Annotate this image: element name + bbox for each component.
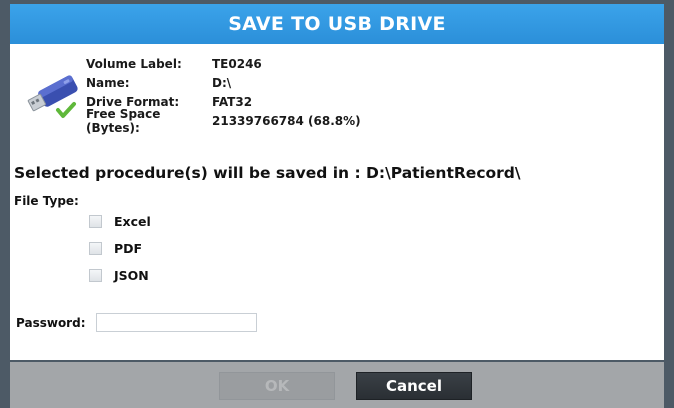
free-space-key: Free Space (Bytes): xyxy=(86,106,161,135)
pdf-option-label: PDF xyxy=(114,241,143,256)
excel-checkbox[interactable] xyxy=(89,215,102,228)
excel-option-label: Excel xyxy=(114,214,151,229)
cancel-button[interactable]: Cancel xyxy=(356,372,472,400)
drive-format-value: FAT32 xyxy=(212,94,253,109)
dialog-content: Volume Label: TE0246 Name: D:\ Drive For… xyxy=(10,44,664,360)
file-type-label: File Type: xyxy=(14,194,79,208)
drive-name-row: Name: D:\ xyxy=(86,73,361,92)
volume-label-row: Volume Label: TE0246 xyxy=(86,54,361,73)
ok-button[interactable]: OK xyxy=(219,372,335,400)
dialog-footer: OK Cancel xyxy=(10,362,664,408)
dialog-title: SAVE TO USB DRIVE xyxy=(10,4,664,44)
pdf-checkbox[interactable] xyxy=(89,242,102,255)
pdf-option[interactable]: PDF xyxy=(89,241,142,256)
usb-drive-icon xyxy=(27,75,78,118)
save-location-message: Selected procedure(s) will be saved in :… xyxy=(14,164,521,182)
password-label: Password: xyxy=(16,316,86,330)
json-option-label: JSON xyxy=(114,268,149,283)
volume-label-value: TE0246 xyxy=(212,56,262,71)
excel-option[interactable]: Excel xyxy=(89,214,151,229)
free-space-value: 21339766784 (68.8%) xyxy=(212,113,361,128)
save-to-usb-dialog: SAVE TO USB DRIVE Volume Label: TE0246 N… xyxy=(0,0,674,408)
volume-label-key: Volume Label: xyxy=(86,56,182,71)
drive-info: Volume Label: TE0246 Name: D:\ Drive For… xyxy=(86,54,361,135)
free-space-row: Free Space (Bytes): 21339766784 (68.8%) xyxy=(86,107,361,135)
json-checkbox[interactable] xyxy=(89,269,102,282)
password-field[interactable] xyxy=(96,313,257,332)
drive-name-key: Name: xyxy=(86,75,130,90)
json-option[interactable]: JSON xyxy=(89,268,149,283)
drive-name-value: D:\ xyxy=(212,75,232,90)
